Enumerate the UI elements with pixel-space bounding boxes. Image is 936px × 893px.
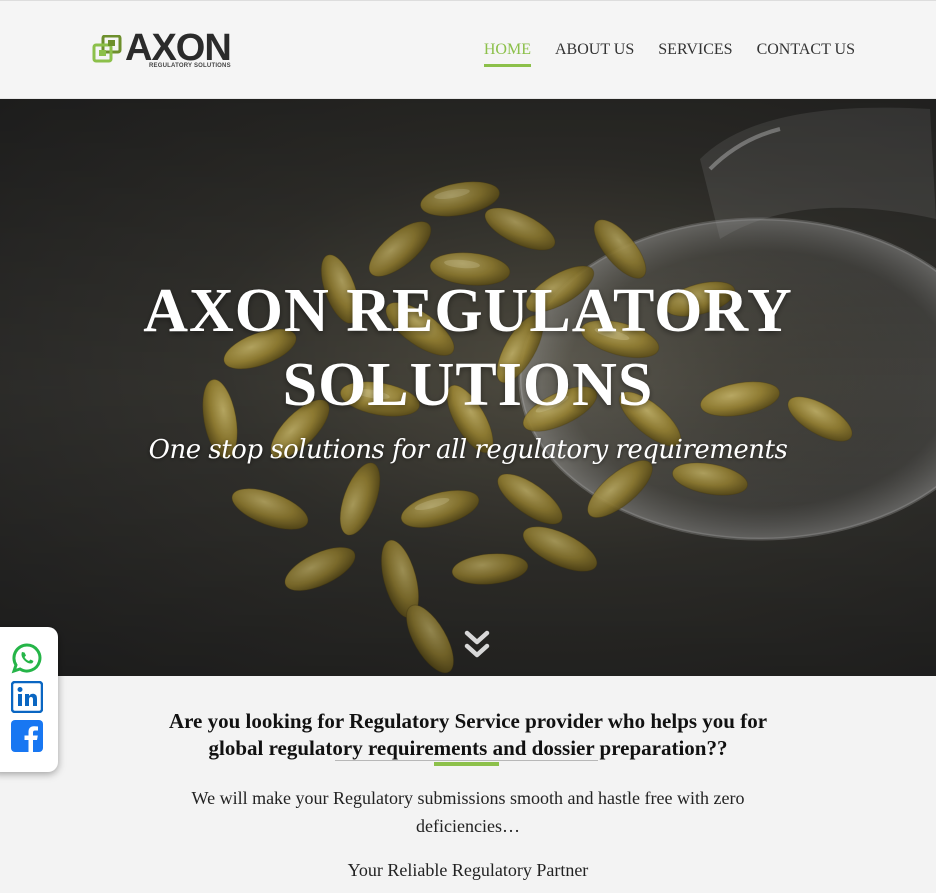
social-sidebar <box>0 627 58 772</box>
nav-item-home[interactable]: HOME <box>483 41 531 67</box>
heading-accent-bar <box>434 762 499 766</box>
hero-subtitle: One stop solutions for all regulatory re… <box>148 435 788 465</box>
whatsapp-icon[interactable] <box>11 642 43 674</box>
hero-title: AXON REGULATORY SOLUTIONS <box>143 277 793 419</box>
main-nav: HOME ABOUT US SERVICES CONTACT US <box>483 41 855 67</box>
hero-banner: AXON REGULATORY SOLUTIONS One stop solut… <box>0 99 936 676</box>
intro-heading: Are you looking for Regulatory Service p… <box>168 709 768 760</box>
logo-name: AXON <box>125 27 232 69</box>
heading-divider <box>335 760 598 761</box>
site-header: AXON REGULATORY SOLUTIONS HOME ABOUT US … <box>0 0 936 99</box>
intro-section: Are you looking for Regulatory Service p… <box>0 676 936 893</box>
page: AXON REGULATORY SOLUTIONS HOME ABOUT US … <box>0 0 936 893</box>
logo-tagline: REGULATORY SOLUTIONS <box>149 63 231 69</box>
facebook-icon[interactable] <box>11 720 43 752</box>
nav-item-about-us[interactable]: ABOUT US <box>555 41 634 67</box>
logo-mark-icon <box>92 35 122 63</box>
nav-item-services[interactable]: SERVICES <box>658 41 732 67</box>
nav-item-contact-us[interactable]: CONTACT US <box>757 41 855 67</box>
logo[interactable]: AXON REGULATORY SOLUTIONS <box>92 28 232 72</box>
intro-text: We will make your Regulatory submissions… <box>191 788 745 836</box>
double-chevron-down-icon[interactable] <box>462 629 492 663</box>
intro-tagline: Your Reliable Regulatory Partner <box>347 860 589 880</box>
linkedin-icon[interactable] <box>11 681 43 713</box>
